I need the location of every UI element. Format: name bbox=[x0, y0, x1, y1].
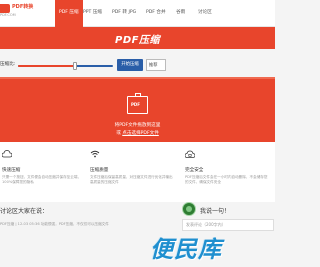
watermark-text: 便民库 bbox=[150, 237, 222, 263]
pdf-file-icon: PDF bbox=[127, 93, 148, 114]
nav-item-pdf-to-jpg[interactable]: PDF 转 JPG bbox=[112, 9, 136, 15]
nav-item-guyu[interactable]: 谷雨 bbox=[176, 9, 185, 15]
hero-band: PDF压缩 bbox=[0, 27, 275, 49]
drop-instructions: 将PDF文件拖放到这里 bbox=[114, 123, 161, 128]
wifi-icon bbox=[90, 150, 100, 158]
say-something-label: 我说一句！ bbox=[200, 208, 231, 215]
features-section: 快速压缩 只需一个按钮，文件便会自动压缩并保存至云端，100%保障您的隐私 压缩… bbox=[0, 142, 275, 202]
pdf-icon-label: PDF bbox=[131, 102, 140, 107]
feature-security: 完全安全 PDF压缩后文件会在一小时内自动删除，不会储存您的文件，确保文件安全 bbox=[185, 142, 275, 202]
feature-fast: 快速压缩 只需一个按钮，文件便会自动压缩并保存至云端，100%保障您的隐私 bbox=[0, 142, 88, 202]
feature-desc: 文件压缩后保留高质量，对压缩文件进行优化并输出高质量的压缩文件 bbox=[90, 175, 173, 184]
watermark-logo: 便民库 bbox=[150, 230, 275, 267]
nav-item-ppt-compress[interactable]: PPT 压缩 bbox=[83, 9, 102, 15]
lock-icon bbox=[185, 150, 195, 158]
compression-ratio-label: 压缩比: bbox=[0, 62, 16, 67]
forum-title: 讨论区大家在说： bbox=[0, 208, 49, 215]
feature-desc: PDF压缩后文件会在一小时内自动删除，不会储存您的文件，确保文件安全 bbox=[185, 175, 268, 184]
feature-title: 快速压缩 bbox=[2, 168, 21, 173]
select-file-link[interactable]: 点击选择PDF文件 bbox=[122, 131, 159, 136]
avatar-inner-icon bbox=[186, 206, 192, 212]
feature-title: 压缩质量 bbox=[90, 168, 109, 173]
compression-control: 压缩比: 开始压缩 推荐 bbox=[0, 58, 275, 74]
compression-slider[interactable] bbox=[18, 62, 113, 70]
feature-desc: 只需一个按钮，文件便会自动压缩并保存至云端，100%保障您的隐私 bbox=[2, 175, 82, 184]
comment-preview: PDF压缩 | 12-03 05:36 功能很强，PDF压缩，不仅仅可以压缩文件 bbox=[0, 222, 109, 226]
select-file-prefix: 或 bbox=[116, 131, 121, 136]
cloud-icon bbox=[2, 150, 12, 158]
main-nav: PDF 压缩 PPT 压缩 PDF 转 JPG PDF 合并 谷雨 讨论区 bbox=[0, 0, 275, 27]
upload-dropzone[interactable]: PDF 将PDF文件拖放到这里 或 点击选择PDF文件 bbox=[0, 77, 275, 142]
slider-fill bbox=[18, 65, 75, 67]
page-title: PDF压缩 bbox=[115, 35, 160, 46]
file-fold-icon bbox=[135, 93, 141, 97]
avatar bbox=[182, 202, 196, 216]
nav-item-pdf-merge[interactable]: PDF 合并 bbox=[146, 9, 166, 15]
nav-item-pdf-compress[interactable]: PDF 压缩 bbox=[55, 0, 83, 27]
feature-quality: 压缩质量 文件压缩后保留高质量，对压缩文件进行优化并输出高质量的压缩文件 bbox=[90, 142, 182, 202]
top-bar: PDF转换 PDF.COM PDF 压缩 PPT 压缩 PDF 转 JPG PD… bbox=[0, 0, 275, 27]
select-file-line: 或 点击选择PDF文件 bbox=[0, 130, 275, 136]
nav-item-forum[interactable]: 讨论区 bbox=[198, 9, 212, 15]
slider-thumb[interactable] bbox=[73, 62, 77, 70]
feature-title: 完全安全 bbox=[185, 168, 204, 173]
start-compress-button[interactable]: 开始压缩 bbox=[117, 59, 143, 71]
quality-select[interactable]: 推荐 bbox=[146, 59, 166, 71]
